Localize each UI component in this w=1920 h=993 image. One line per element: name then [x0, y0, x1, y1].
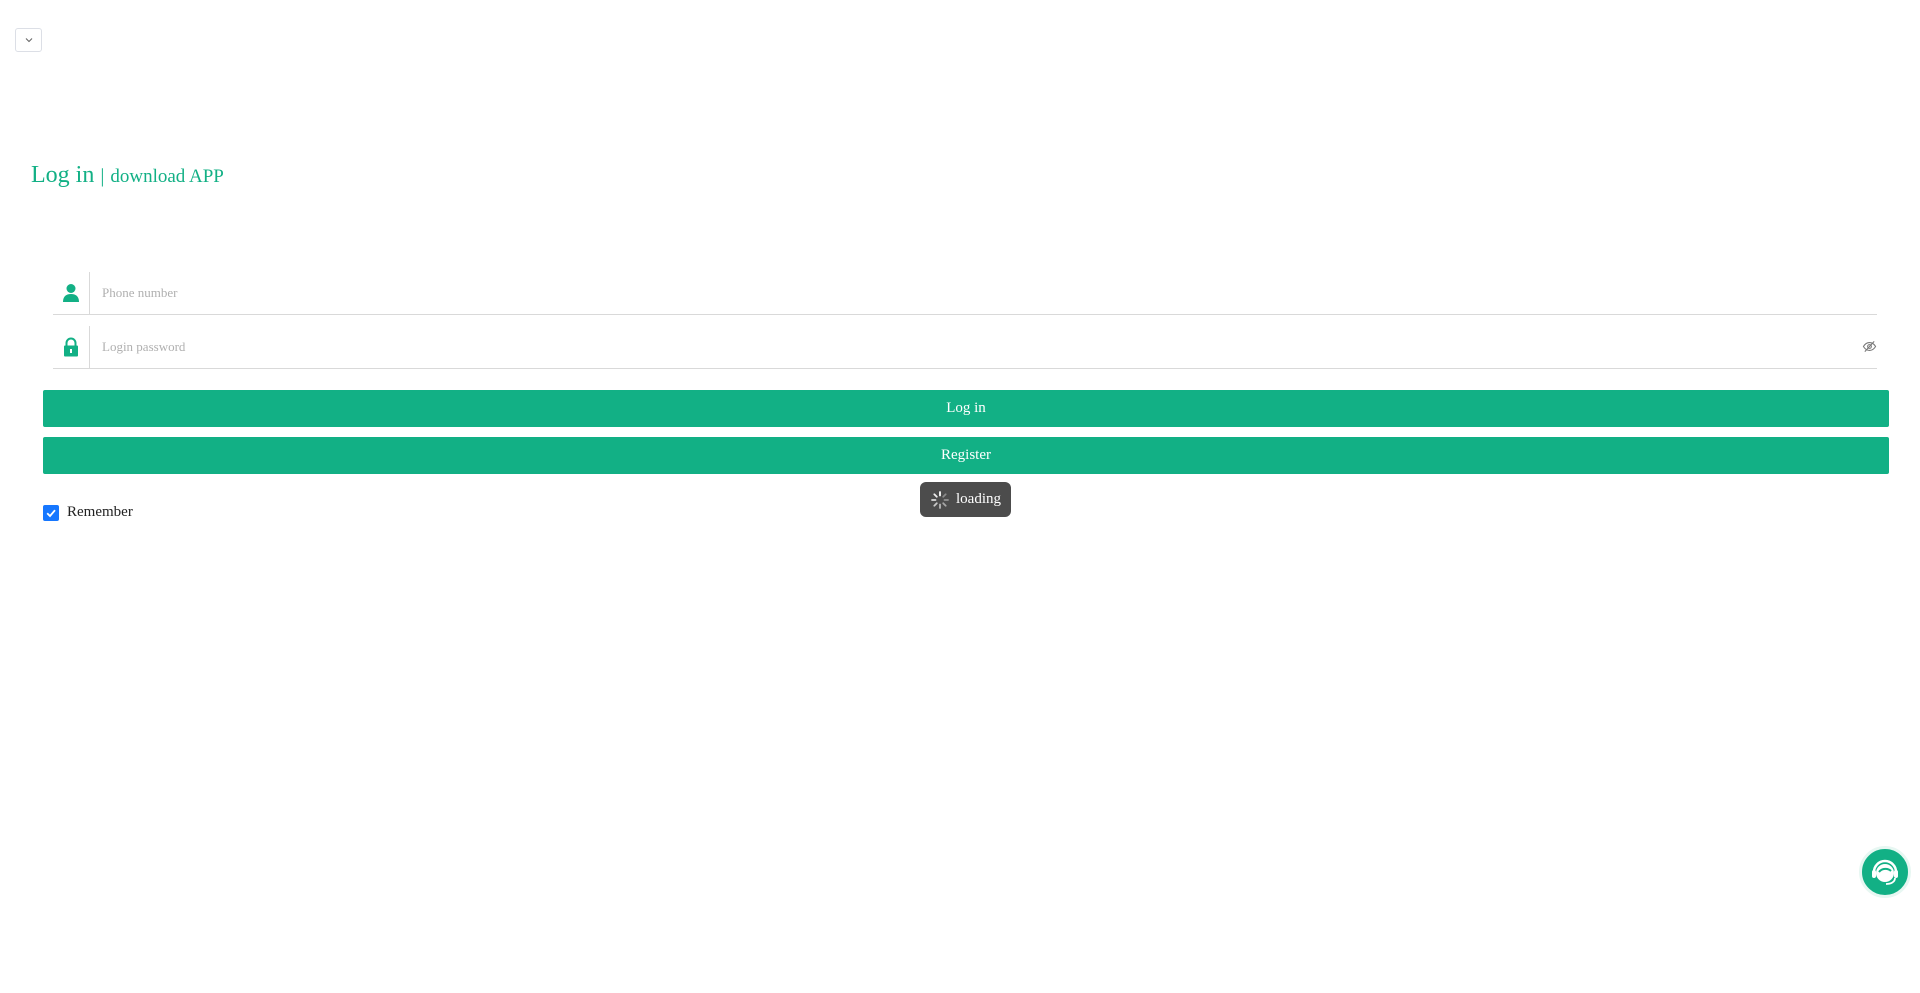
login-button[interactable]: Log in	[43, 390, 1889, 427]
page-title: Log in | download APP	[31, 162, 224, 189]
lock-icon	[53, 325, 89, 368]
eye-off-icon[interactable]	[1861, 339, 1877, 355]
download-app-link[interactable]: download APP	[110, 166, 224, 188]
chevron-down-icon	[25, 38, 32, 43]
login-page: Log in | download APP Phone number Log i…	[0, 0, 1920, 993]
register-button[interactable]: Register	[43, 437, 1889, 474]
user-icon	[53, 271, 89, 314]
spinner-icon	[931, 490, 949, 509]
phone-field	[53, 271, 1877, 315]
remember-label: Remember	[67, 504, 133, 520]
password-input[interactable]	[90, 325, 1861, 368]
customer-service-icon	[1872, 859, 1898, 885]
checkbox-checked-icon[interactable]	[43, 504, 59, 521]
phone-input[interactable]	[90, 271, 1877, 314]
password-field	[53, 325, 1877, 369]
loading-text: loading	[956, 491, 1001, 507]
customer-service-button[interactable]	[1859, 846, 1911, 898]
title-separator: |	[100, 165, 105, 187]
login-title: Log in	[31, 162, 95, 188]
language-dropdown[interactable]	[15, 28, 42, 52]
remember-checkbox[interactable]: Remember	[43, 504, 133, 521]
loading-toast: loading	[920, 482, 1011, 517]
